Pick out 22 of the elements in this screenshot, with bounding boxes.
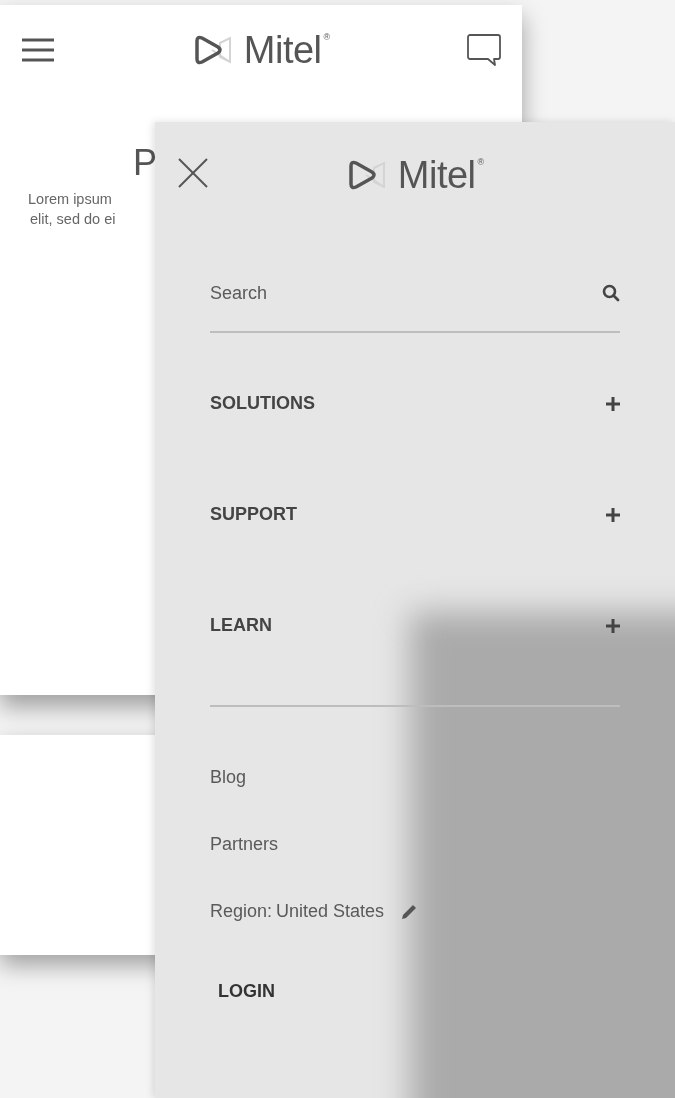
chat-icon[interactable] [466,33,502,67]
search-field[interactable]: Search [210,265,620,333]
body-text: Lorem ipsum [28,190,112,207]
plus-icon[interactable] [606,396,620,411]
menu-icon[interactable] [20,37,56,63]
pencil-icon[interactable] [400,902,419,921]
menu-link[interactable]: Blog [210,764,247,791]
logo[interactable]: Mitel® [345,156,485,194]
logo[interactable]: Mitel® [191,31,331,69]
close-icon[interactable] [178,158,208,188]
menu-section[interactable]: SOLUTIONS [210,390,315,417]
page-title: P [133,142,157,183]
plus-icon[interactable] [606,618,620,633]
body-text: elit, sed do ei [30,210,116,227]
menu-section[interactable]: LEARN [210,612,272,639]
region-link[interactable]: United States [276,898,385,925]
search-icon[interactable] [602,284,620,302]
menu-link[interactable]: Partners [210,831,279,858]
menu-section[interactable]: SUPPORT [210,501,297,528]
login-button[interactable]: LOGIN [210,968,283,1015]
plus-icon[interactable] [606,507,620,522]
region-label: Region: [210,900,273,923]
